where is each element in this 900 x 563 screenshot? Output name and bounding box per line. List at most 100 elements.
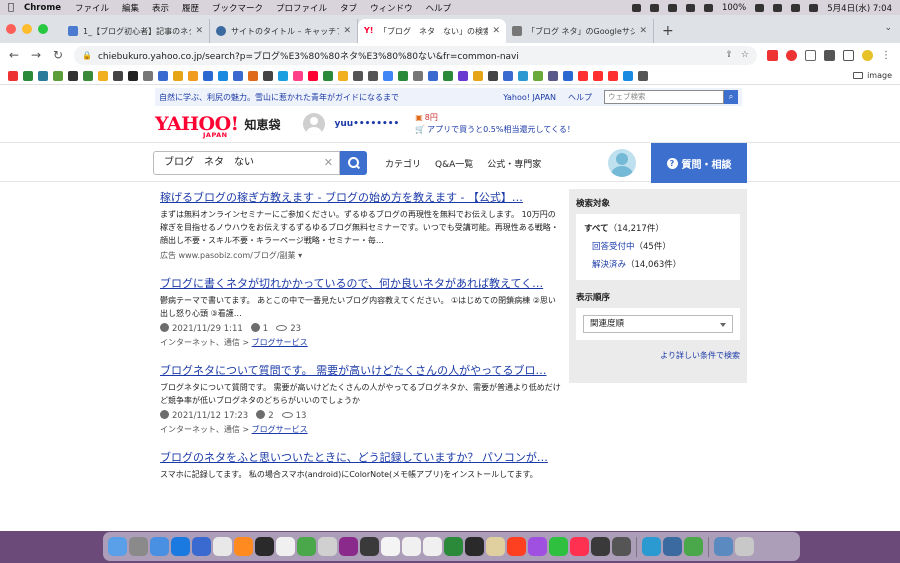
filter-all[interactable]: すべて（14,217件）: [584, 220, 732, 238]
tab-yahoo-search[interactable]: Y! 「ブログ ネタ ない」の検索結果 - ✕: [358, 19, 506, 43]
bookmark-favicon-icon[interactable]: [293, 70, 303, 81]
dock-app-icon[interactable]: [684, 537, 703, 556]
result-title-link[interactable]: ブログに書くネタが切れかかっているので、何か良いネタがあれば教えてく…: [160, 275, 562, 292]
bookmark-favicon-icon[interactable]: [458, 70, 468, 81]
search-button[interactable]: [340, 151, 367, 175]
bookmark-favicon-icon[interactable]: [323, 70, 333, 81]
bookmark-favicon-icon[interactable]: [503, 70, 513, 81]
dock-app-icon[interactable]: [570, 537, 589, 556]
bookmark-favicon-icon[interactable]: [158, 70, 168, 81]
menu-window[interactable]: ウィンドウ: [370, 2, 413, 14]
dock-app-icon[interactable]: [507, 537, 526, 556]
bookmark-favicon-icon[interactable]: [233, 70, 243, 81]
spotlight-icon[interactable]: [791, 3, 801, 12]
dock-app-icon[interactable]: [150, 537, 169, 556]
menu-help[interactable]: ヘルプ: [426, 2, 452, 14]
close-tab-icon[interactable]: ✕: [195, 26, 203, 36]
bookmark-favicon-icon[interactable]: [278, 70, 288, 81]
bookmark-favicon-icon[interactable]: [203, 70, 213, 81]
bookmark-favicon-icon[interactable]: [38, 70, 48, 81]
extension-pocket-icon[interactable]: [786, 49, 797, 61]
bookmark-favicon-icon[interactable]: [308, 70, 318, 81]
bookmark-favicon-icon[interactable]: [143, 70, 153, 81]
new-tab-button[interactable]: +: [662, 19, 674, 43]
menu-view[interactable]: 表示: [152, 2, 169, 14]
bookmark-favicon-icon[interactable]: [128, 70, 138, 81]
dropbox-icon[interactable]: [649, 3, 659, 12]
menu-tab[interactable]: タブ: [340, 2, 357, 14]
minimize-window-icon[interactable]: [22, 24, 32, 34]
dock-app-icon[interactable]: [423, 537, 442, 556]
bookmark-folder-image[interactable]: image: [853, 71, 892, 80]
dock-app-icon[interactable]: [591, 537, 610, 556]
dock-downloads-icon[interactable]: [714, 537, 733, 556]
chrome-menu-icon[interactable]: ⋮: [881, 50, 892, 61]
bookmark-favicon-icon[interactable]: [518, 70, 528, 81]
address-bar[interactable]: 🔒 chiebukuro.yahoo.co.jp/search?p=ブログ%E3…: [74, 45, 757, 65]
reload-icon[interactable]: ↻: [52, 48, 64, 62]
extension-red-icon[interactable]: [767, 49, 778, 61]
dock-app-icon[interactable]: [108, 537, 127, 556]
bookmark-favicon-icon[interactable]: [218, 70, 228, 81]
bookmark-favicon-icon[interactable]: [473, 70, 483, 81]
tab-search-icon[interactable]: ⌄: [884, 23, 892, 33]
bookmark-favicon-icon[interactable]: [68, 70, 78, 81]
ask-question-button[interactable]: ? 質問・相談: [651, 143, 747, 183]
bookmark-favicon-icon[interactable]: [398, 70, 408, 81]
web-search-button[interactable]: ⌕: [724, 90, 738, 104]
menu-app-name[interactable]: Chrome: [24, 3, 61, 13]
result-title-link[interactable]: ブログネタについて質問です。 需要が高いけどたくさんの人がやってるブロ…: [160, 362, 562, 379]
app-promo-link[interactable]: アプリで買うと0.5%相当還元してくる！: [427, 125, 575, 134]
result-title-link[interactable]: ブログのネタをふと思いついたときに、どう記録していますか？ パソコンが…: [160, 449, 562, 466]
extensions-puzzle-icon[interactable]: [824, 49, 835, 61]
bookmark-favicon-icon[interactable]: [368, 70, 378, 81]
bookmark-favicon-icon[interactable]: [188, 70, 198, 81]
input-method-icon[interactable]: [685, 3, 695, 12]
apple-icon[interactable]: : [8, 2, 14, 13]
bookmark-favicon-icon[interactable]: [428, 70, 438, 81]
dock-app-icon[interactable]: [612, 537, 631, 556]
bookmark-favicon-icon[interactable]: [263, 70, 273, 81]
dock-app-icon[interactable]: [402, 537, 421, 556]
bookmark-favicon-icon[interactable]: [113, 70, 123, 81]
bookmark-favicon-icon[interactable]: [383, 70, 393, 81]
share-icon[interactable]: ⇪: [725, 50, 733, 60]
sort-order-select[interactable]: 関連度順: [583, 315, 733, 333]
tab-blog-beginner[interactable]: 1_【ブログ初心者】記事のネタが見つ ✕: [62, 19, 210, 43]
close-tab-icon[interactable]: ✕: [639, 26, 647, 36]
bookmark-favicon-icon[interactable]: [608, 70, 618, 81]
dock-app-icon[interactable]: [318, 537, 337, 556]
account-avatar[interactable]: [608, 149, 636, 177]
bookmark-favicon-icon[interactable]: [8, 70, 18, 81]
dock-app-icon[interactable]: [213, 537, 232, 556]
bookmark-favicon-icon[interactable]: [413, 70, 423, 81]
help-link[interactable]: ヘルプ: [568, 92, 592, 103]
dock-app-icon[interactable]: [528, 537, 547, 556]
bookmark-favicon-icon[interactable]: [563, 70, 573, 81]
dock-app-icon[interactable]: [129, 537, 148, 556]
yahoo-japan-link[interactable]: Yahoo! JAPAN: [503, 93, 556, 102]
dock-app-icon[interactable]: [339, 537, 358, 556]
dock-app-icon[interactable]: [381, 537, 400, 556]
advanced-search-link[interactable]: より詳しい条件で検索: [576, 350, 740, 361]
dock-app-icon[interactable]: [234, 537, 253, 556]
dock-app-icon[interactable]: [255, 537, 274, 556]
bookmark-favicon-icon[interactable]: [173, 70, 183, 81]
bookmark-favicon-icon[interactable]: [623, 70, 633, 81]
dock-app-icon[interactable]: [276, 537, 295, 556]
nav-qa-list[interactable]: Q&A一覧: [435, 157, 473, 170]
control-center-icon[interactable]: [809, 3, 819, 12]
user-avatar[interactable]: [302, 113, 325, 135]
bluetooth-icon[interactable]: [703, 3, 713, 12]
fullscreen-window-icon[interactable]: [38, 24, 48, 34]
dock-app-icon[interactable]: [549, 537, 568, 556]
dock-app-icon[interactable]: [192, 537, 211, 556]
search-input[interactable]: ブログ ネタ ない ✕: [153, 151, 340, 175]
yahoo-logo[interactable]: YAHOO! JAPAN: [155, 114, 239, 138]
bookmark-favicon-icon[interactable]: [593, 70, 603, 81]
bookmark-favicon-icon[interactable]: [98, 70, 108, 81]
dock-app-icon[interactable]: [297, 537, 316, 556]
display-icon[interactable]: [667, 3, 677, 12]
username[interactable]: yuu••••••••: [335, 119, 400, 129]
category-link[interactable]: ブログサービス: [252, 425, 308, 434]
